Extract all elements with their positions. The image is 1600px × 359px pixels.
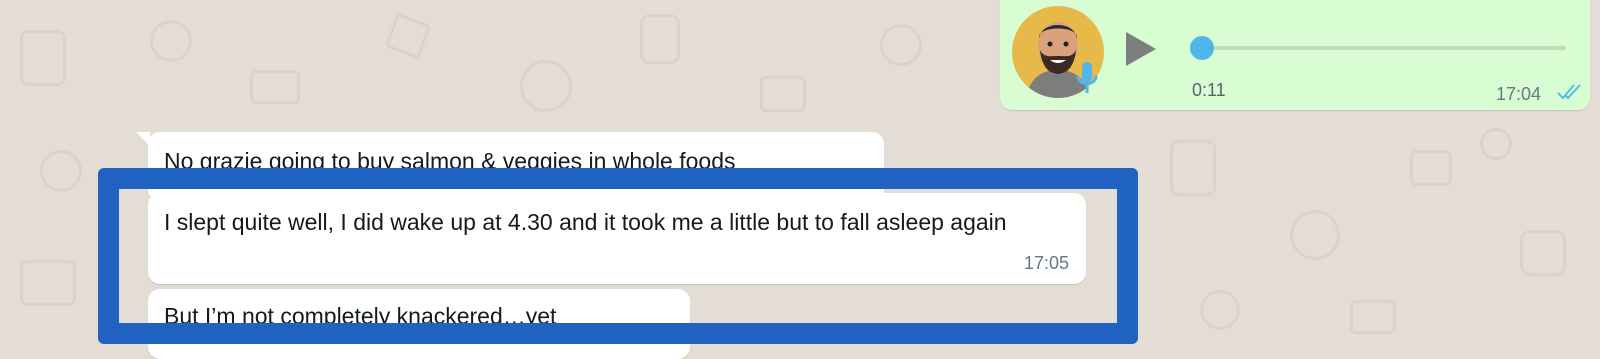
audio-progress-track[interactable] [1196, 46, 1566, 50]
voice-duration: 0:11 [1192, 80, 1226, 100]
voice-message-time: 17:04 [1496, 84, 1542, 104]
play-icon[interactable] [1124, 30, 1158, 68]
highlight-frame [98, 168, 1138, 344]
microphone-icon [1074, 60, 1100, 100]
voice-message-bubble[interactable]: 0:11 17:04 [1000, 0, 1590, 110]
double-check-icon [1556, 82, 1584, 102]
audio-progress-dot[interactable] [1190, 36, 1214, 60]
